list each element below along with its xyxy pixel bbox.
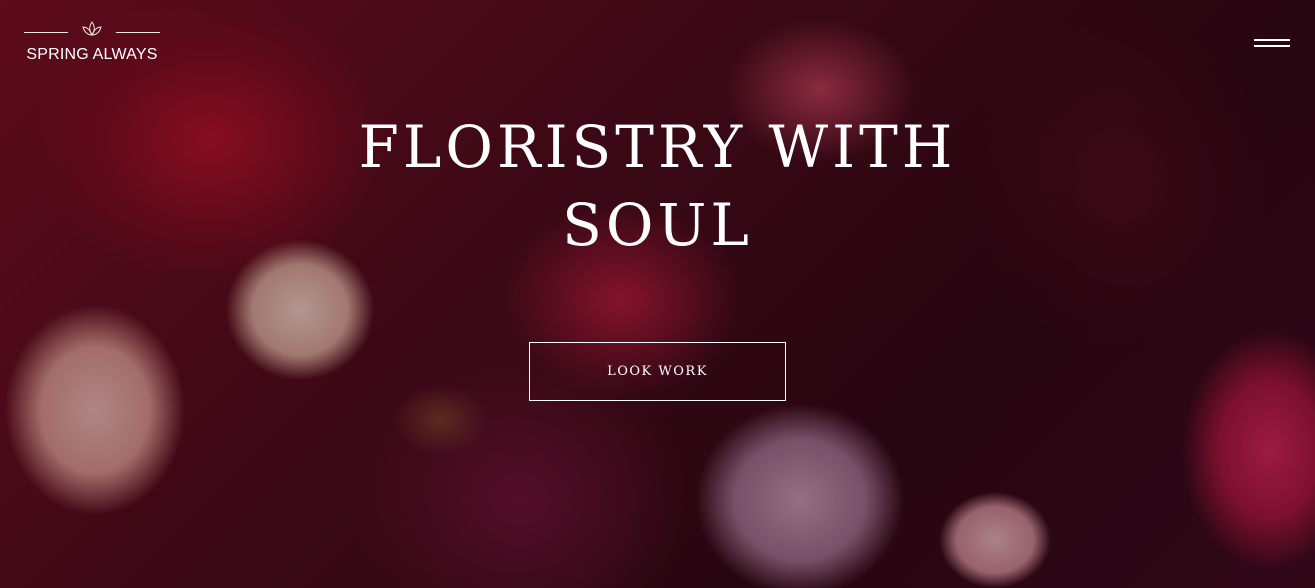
logo-divider-left	[24, 32, 68, 33]
hero-headline: FLORISTRY WITH SOUL	[0, 108, 1315, 264]
hamburger-menu-icon-bar-top	[1254, 39, 1290, 41]
brand-name: SPRING ALWAYS	[26, 46, 158, 63]
hero-headline-line2: SOUL	[562, 191, 753, 259]
logo-mark	[24, 20, 160, 40]
hamburger-menu-icon-bar-bottom	[1254, 45, 1290, 47]
hero-headline-line1: FLORISTRY WITH	[358, 113, 957, 181]
hamburger-menu-button[interactable]	[1252, 34, 1292, 54]
logo-divider-right	[116, 32, 160, 33]
look-work-button[interactable]: LOOK WORK	[529, 342, 786, 401]
lotus-icon	[82, 21, 102, 36]
hero-section: SPRING ALWAYS FLORISTRY WITH SOUL LOOK W…	[0, 0, 1315, 588]
hero-dark-overlay	[0, 0, 1315, 588]
brand-logo[interactable]: SPRING ALWAYS	[24, 20, 160, 64]
